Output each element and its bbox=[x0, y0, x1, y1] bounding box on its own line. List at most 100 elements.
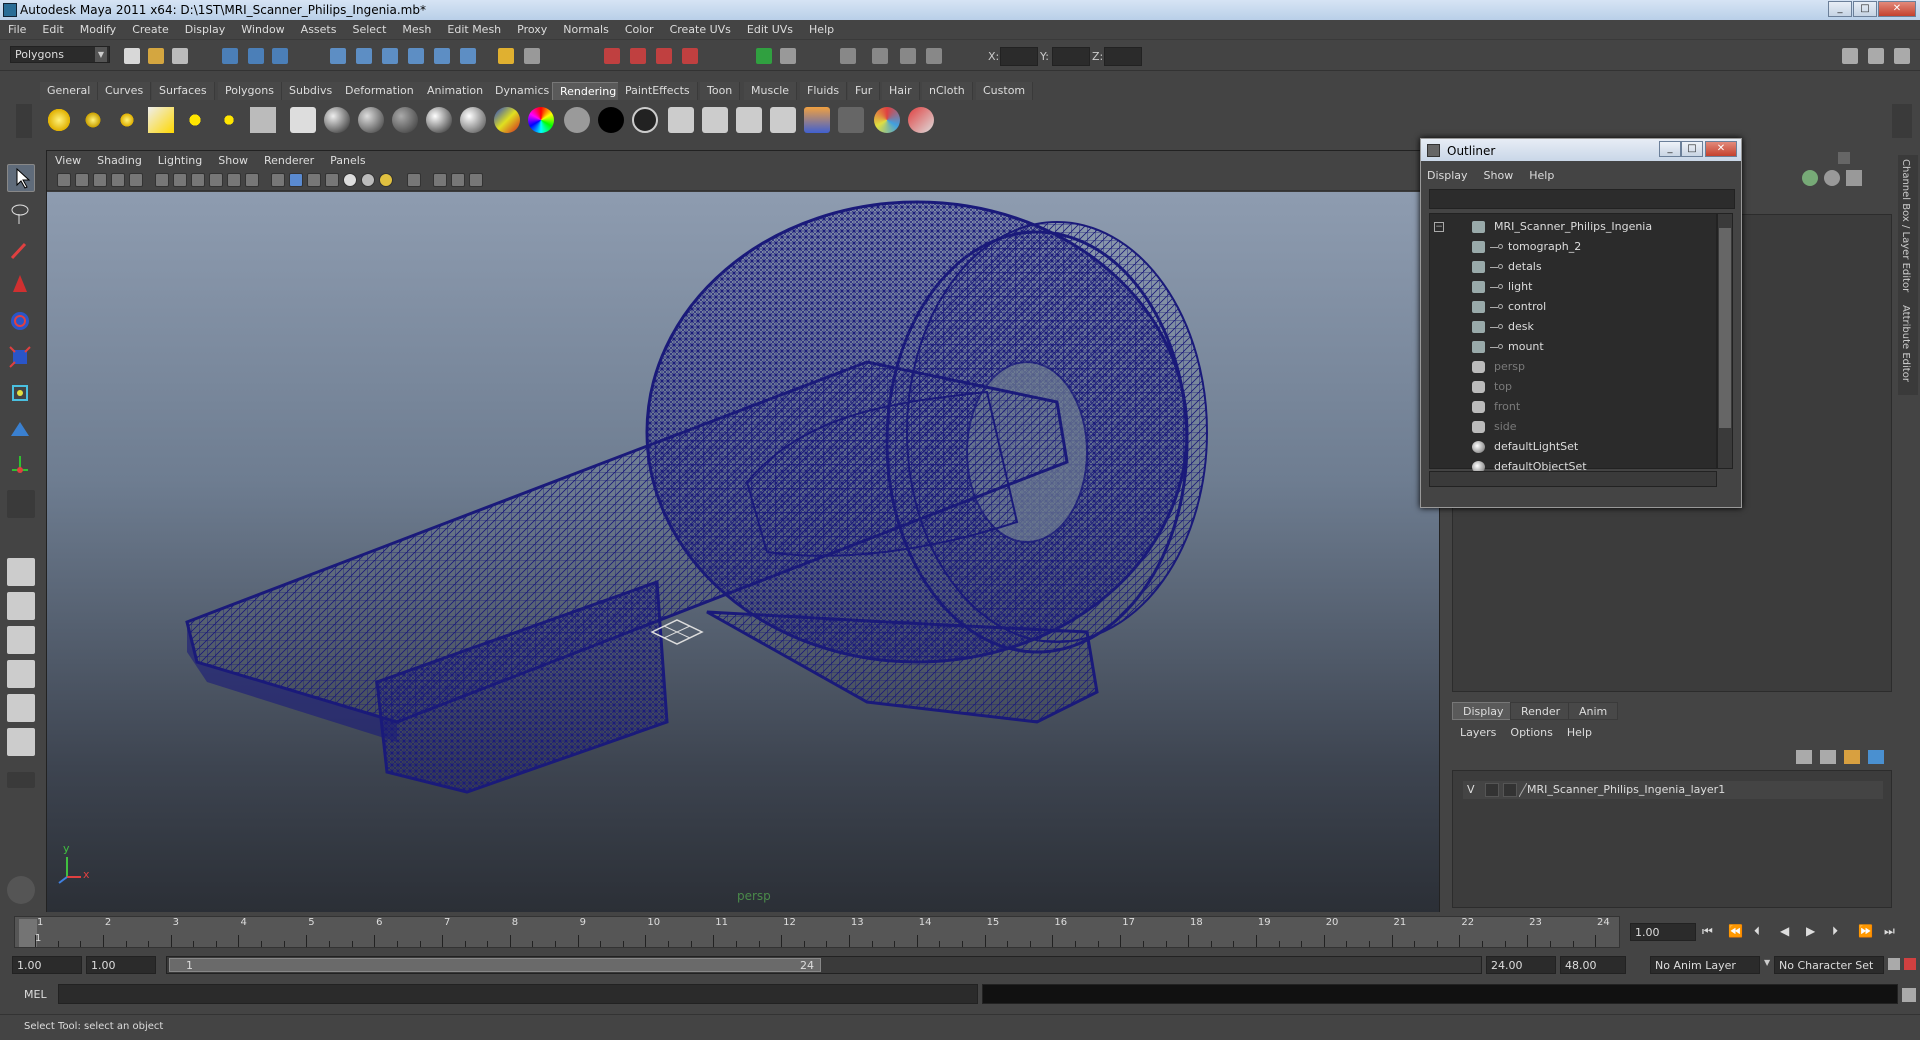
menu-help[interactable]: Help bbox=[801, 20, 842, 36]
new-scene-icon[interactable] bbox=[124, 48, 140, 64]
play-forward-icon[interactable]: ▶ bbox=[1806, 924, 1815, 938]
outliner-menu-show[interactable]: Show bbox=[1484, 169, 1514, 182]
ipr-shelf-icon[interactable] bbox=[736, 107, 762, 133]
menu-file[interactable]: File bbox=[0, 20, 34, 36]
menu-assets[interactable]: Assets bbox=[293, 20, 345, 36]
phonge-material-icon[interactable] bbox=[460, 107, 486, 133]
collapse-icon[interactable]: − bbox=[1434, 222, 1444, 232]
playback-end-field[interactable]: 24.00 bbox=[1486, 956, 1556, 974]
textured-icon[interactable] bbox=[325, 173, 339, 187]
shading-map-icon[interactable] bbox=[528, 107, 554, 133]
shelf-tab-muscle[interactable]: Muscle bbox=[744, 82, 798, 100]
shelf-tab-rendering[interactable]: Rendering bbox=[552, 82, 625, 100]
range-handle[interactable]: 1 24 bbox=[169, 958, 821, 972]
maximize-button[interactable]: □ bbox=[1853, 1, 1877, 17]
four-view-layout-icon[interactable] bbox=[7, 592, 35, 620]
ipr-render-icon[interactable] bbox=[630, 48, 646, 64]
safe-action-icon[interactable] bbox=[245, 173, 259, 187]
input-line-icon[interactable] bbox=[756, 48, 772, 64]
shelf-scroll[interactable] bbox=[1892, 104, 1912, 138]
layer-visibility-toggle[interactable]: V bbox=[1467, 783, 1475, 796]
go-to-end-icon[interactable]: ⏭ bbox=[1884, 924, 1895, 939]
xray-components-icon[interactable] bbox=[469, 173, 483, 187]
mri-scanner-wireframe[interactable] bbox=[47, 192, 1439, 912]
playback-start-field[interactable]: 1.00 bbox=[86, 956, 156, 974]
viewport-menu-renderer[interactable]: Renderer bbox=[256, 151, 322, 167]
camera-icon[interactable] bbox=[250, 107, 276, 133]
layer-tab-anim[interactable]: Anim bbox=[1568, 702, 1619, 720]
isolate-select-icon[interactable] bbox=[407, 173, 421, 187]
menu-select[interactable]: Select bbox=[344, 20, 394, 36]
last-tool-slot[interactable] bbox=[7, 490, 35, 518]
snap-grid-icon[interactable] bbox=[330, 48, 346, 64]
outliner-item[interactable]: persp bbox=[1430, 358, 1716, 376]
outliner-item[interactable]: − MRI_Scanner_Philips_Ingenia bbox=[1430, 218, 1716, 236]
lock-icon[interactable] bbox=[498, 48, 514, 64]
outliner-item[interactable]: defaultLightSet bbox=[1430, 438, 1716, 456]
select-highlight-icon[interactable] bbox=[524, 48, 540, 64]
menu-window[interactable]: Window bbox=[233, 20, 292, 36]
attribute-mode-icon[interactable] bbox=[900, 48, 916, 64]
two-d-pan-icon[interactable] bbox=[111, 173, 125, 187]
shelf-tab-subdivs[interactable]: Subdivs bbox=[282, 82, 341, 100]
field-chart-icon[interactable] bbox=[227, 173, 241, 187]
render-current-icon[interactable] bbox=[702, 107, 728, 133]
outliner-minimize-button[interactable]: _ bbox=[1659, 141, 1681, 157]
anisotropic-material-icon[interactable] bbox=[324, 107, 350, 133]
scrollbar-thumb[interactable] bbox=[1719, 228, 1731, 428]
shelf-tab-hair[interactable]: Hair bbox=[882, 82, 920, 100]
universal-manipulator-icon[interactable] bbox=[7, 380, 35, 408]
key-icon[interactable] bbox=[1888, 958, 1900, 970]
paint-canvas-icon[interactable] bbox=[874, 107, 900, 133]
viewport-menu-view[interactable]: View bbox=[47, 151, 89, 167]
outliner-item[interactable]: mount bbox=[1430, 338, 1716, 356]
layered-shader-icon[interactable] bbox=[632, 107, 658, 133]
ramp-shader-icon[interactable] bbox=[494, 107, 520, 133]
character-set-dropdown[interactable]: No Character Set bbox=[1774, 956, 1884, 974]
channel-box-toggle-icon[interactable] bbox=[780, 48, 796, 64]
outliner-vertical-scrollbar[interactable] bbox=[1717, 213, 1733, 469]
step-back-frame-icon[interactable]: ⏴ bbox=[1754, 924, 1760, 939]
shelf-tab-general[interactable]: General bbox=[40, 82, 99, 100]
menu-mesh[interactable]: Mesh bbox=[394, 20, 439, 36]
select-object-icon[interactable] bbox=[248, 48, 264, 64]
use-background-icon[interactable] bbox=[598, 107, 624, 133]
point-light-icon[interactable] bbox=[114, 107, 140, 133]
outliner-item[interactable]: tomograph_2 bbox=[1430, 238, 1716, 256]
layer-up-icon[interactable] bbox=[1844, 750, 1860, 764]
menu-create-uvs[interactable]: Create UVs bbox=[662, 20, 739, 36]
layer-tab-display[interactable]: Display bbox=[1452, 702, 1515, 720]
grid-toggle-icon[interactable] bbox=[155, 173, 169, 187]
rotate-tool-icon[interactable] bbox=[7, 308, 35, 336]
anim-layer-dropdown[interactable]: No Anim Layer bbox=[1650, 956, 1760, 974]
volume-light-icon[interactable] bbox=[216, 107, 242, 133]
transform-mode-icon[interactable] bbox=[840, 48, 856, 64]
layer-menu-help[interactable]: Help bbox=[1567, 726, 1592, 739]
ambient-light-icon[interactable] bbox=[46, 107, 72, 133]
snap-point-icon[interactable] bbox=[382, 48, 398, 64]
scene-view[interactable]: y x persp bbox=[47, 192, 1439, 912]
move-tool-icon[interactable] bbox=[7, 272, 35, 300]
layer-color-swatch[interactable] bbox=[1503, 783, 1517, 797]
x-field[interactable] bbox=[1000, 47, 1038, 66]
tool-settings-icon[interactable] bbox=[7, 876, 35, 904]
phong-material-icon[interactable] bbox=[426, 107, 452, 133]
command-input[interactable] bbox=[58, 984, 978, 1004]
ray-trace-icon[interactable] bbox=[838, 107, 864, 133]
shelf-tab-dynamics[interactable]: Dynamics bbox=[488, 82, 558, 100]
side-tab-attribute-editor[interactable]: Attribute Editor bbox=[1900, 305, 1911, 382]
layout-options-icon[interactable] bbox=[7, 772, 35, 788]
end-time-field[interactable]: 48.00 bbox=[1560, 956, 1626, 974]
outliner-item[interactable]: light bbox=[1430, 278, 1716, 296]
lambert-material-icon[interactable] bbox=[392, 107, 418, 133]
step-forward-frame-icon[interactable]: ⏵ bbox=[1832, 924, 1838, 939]
play-backward-icon[interactable]: ◀ bbox=[1780, 924, 1789, 938]
side-tab-channel-box[interactable]: Channel Box / Layer Editor bbox=[1900, 159, 1911, 292]
outliner-item[interactable]: control bbox=[1430, 298, 1716, 316]
smooth-shading-icon[interactable] bbox=[289, 173, 303, 187]
resolution-gate-icon[interactable] bbox=[191, 173, 205, 187]
step-back-key-icon[interactable]: ⏪ bbox=[1728, 924, 1743, 938]
layer-tab-render[interactable]: Render bbox=[1510, 702, 1572, 720]
shadows-icon[interactable] bbox=[379, 173, 393, 187]
image-plane-icon[interactable] bbox=[93, 173, 107, 187]
